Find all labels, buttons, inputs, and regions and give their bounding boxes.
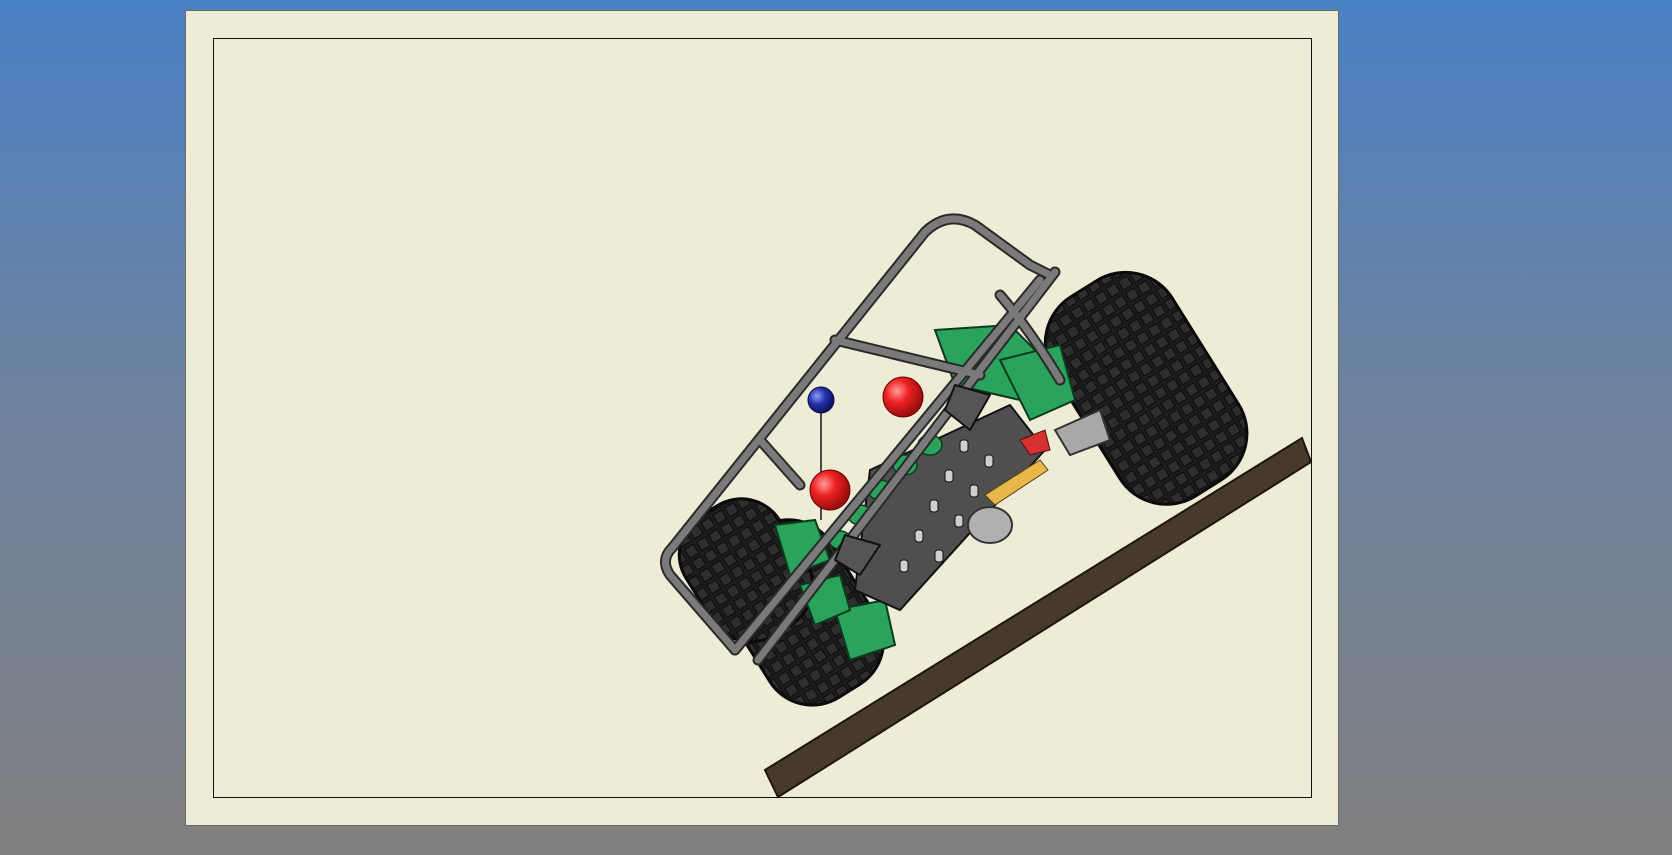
- cad-drawing-view[interactable]: [0, 0, 1672, 855]
